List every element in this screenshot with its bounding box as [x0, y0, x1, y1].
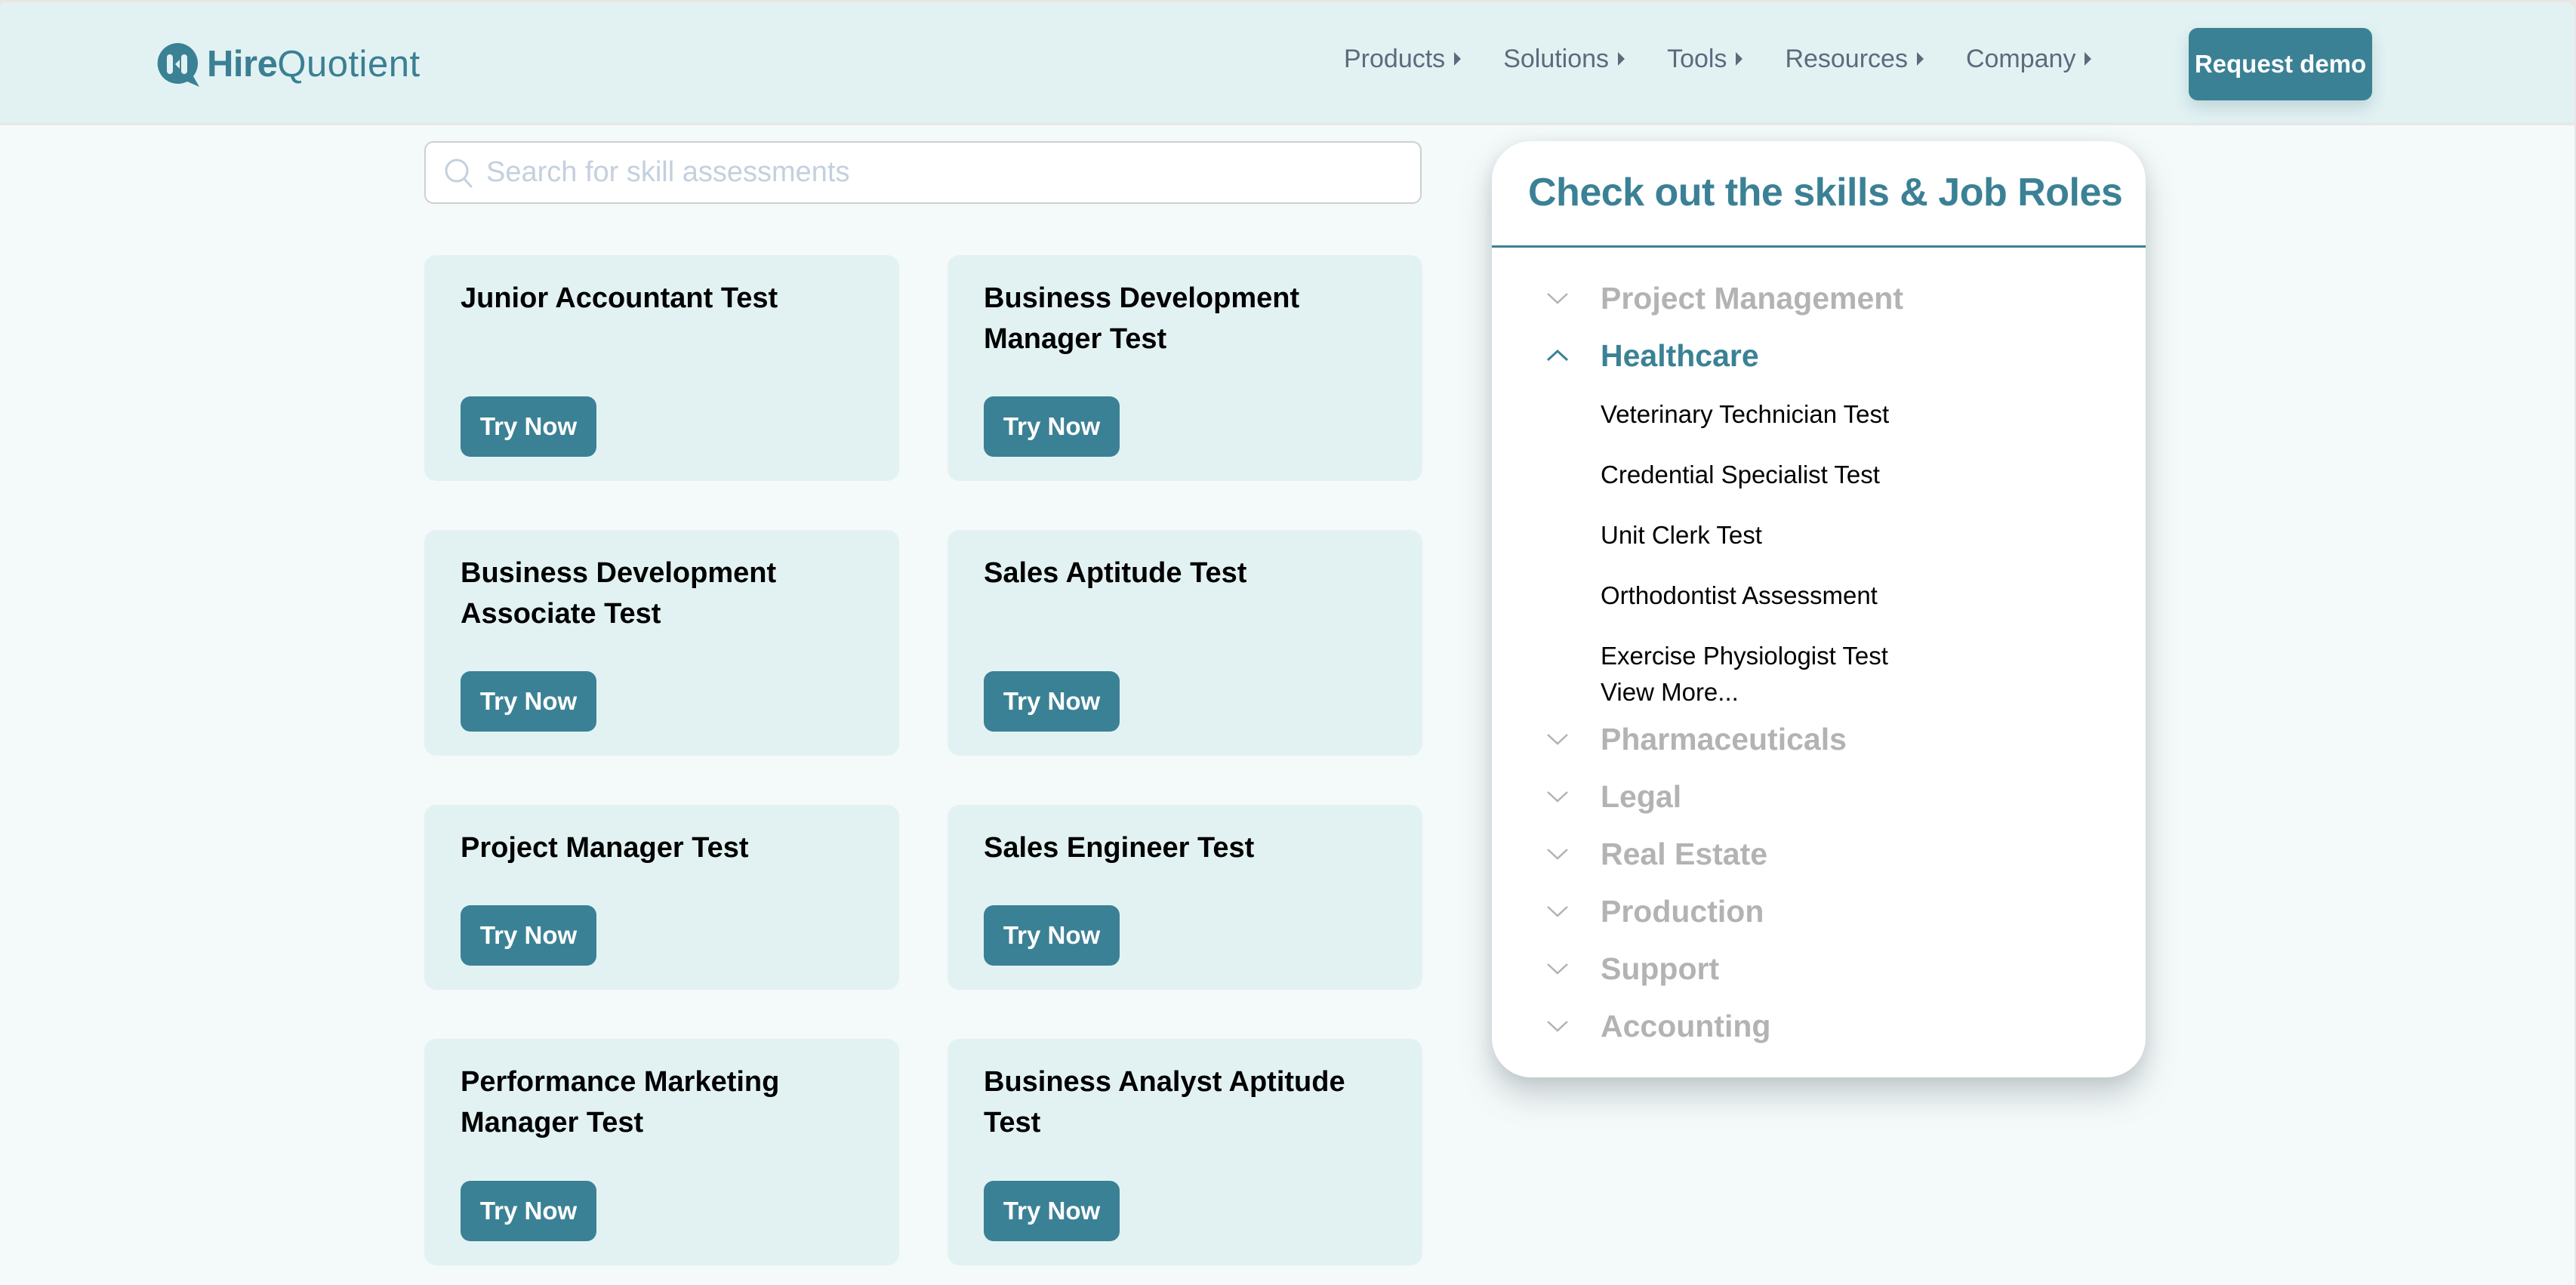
logo-text-light: Quotient — [277, 44, 421, 85]
chevron-down-icon — [1547, 293, 1568, 304]
search-input[interactable] — [486, 156, 1420, 189]
caret-right-icon — [1454, 52, 1462, 66]
assessment-card: Sales Engineer Test Try Now — [948, 805, 1422, 990]
healthcare-tests-list: Veterinary Technician Test Credential Sp… — [1492, 384, 2146, 710]
chevron-down-icon — [1547, 849, 1568, 860]
category-label: Support — [1601, 951, 1720, 986]
assessment-card: Performance Marketing Manager Test Try N… — [424, 1039, 899, 1265]
caret-right-icon — [1916, 52, 1924, 66]
card-title: Junior Accountant Test — [461, 282, 778, 314]
category-support[interactable]: Support — [1492, 940, 2146, 997]
panel-divider — [1492, 245, 2146, 248]
logo-wordmark: Hire Quotient — [207, 43, 421, 85]
nav-item-tools[interactable]: Tools — [1667, 44, 1743, 74]
chevron-down-icon — [1547, 791, 1568, 803]
request-demo-button[interactable]: Request demo — [2189, 28, 2372, 100]
nav-label: Solutions — [1503, 44, 1610, 73]
category-healthcare[interactable]: Healthcare — [1492, 327, 2146, 384]
assessment-card: Business Development Manager Test Try No… — [948, 255, 1422, 481]
try-now-button[interactable]: Try Now — [984, 1181, 1120, 1241]
nav-label: Tools — [1667, 44, 1727, 73]
try-now-button[interactable]: Try Now — [461, 1181, 596, 1241]
category-pharmaceuticals[interactable]: Pharmaceuticals — [1492, 710, 2146, 768]
caret-right-icon — [2085, 52, 2092, 66]
card-title: Sales Engineer Test — [984, 832, 1255, 864]
search-icon — [445, 159, 473, 187]
category-label: Accounting — [1601, 1008, 1771, 1043]
logo-text-bold: Hire — [207, 44, 278, 85]
chevron-down-icon — [1547, 963, 1568, 975]
nav-item-resources[interactable]: Resources — [1785, 45, 1924, 74]
nav-label: Company — [1965, 44, 2076, 73]
card-title: Project Manager Test — [461, 832, 749, 864]
category-label: Pharmaceuticals — [1601, 721, 1847, 757]
category-label: Legal — [1601, 778, 1682, 814]
site-header: Hire Quotient Products Solutions Tools R… — [0, 2, 2574, 125]
try-now-button[interactable]: Try Now — [461, 396, 596, 457]
logo[interactable]: Hire Quotient — [156, 42, 421, 87]
nav-label: Products — [1344, 44, 1446, 73]
test-link[interactable]: Orthodontist Assessment — [1601, 565, 2146, 626]
category-project-management[interactable]: Project Management — [1492, 270, 2146, 327]
main-nav: Products Solutions Tools Resources Compa… — [1344, 42, 2134, 76]
chevron-down-icon — [1547, 906, 1568, 917]
chevron-down-icon — [1547, 1021, 1568, 1032]
card-title: Business Development Manager Test — [984, 282, 1300, 355]
try-now-button[interactable]: Try Now — [461, 671, 596, 732]
category-label: Healthcare — [1601, 337, 1759, 373]
category-label: Real Estate — [1601, 836, 1768, 871]
skills-job-roles-panel: Check out the skills & Job Roles Project… — [1492, 141, 2146, 1077]
nav-label: Resources — [1785, 44, 1908, 73]
assessment-card: Sales Aptitude Test Try Now — [948, 530, 1422, 756]
chevron-down-icon — [1547, 734, 1568, 745]
test-link[interactable]: Credential Specialist Test — [1601, 445, 2146, 505]
nav-item-products[interactable]: Products — [1344, 44, 1462, 74]
assessment-card: Business Analyst Aptitude Test Try Now — [948, 1039, 1422, 1265]
test-link[interactable]: Veterinary Technician Test — [1601, 384, 2146, 445]
category-label: Production — [1601, 893, 1764, 929]
caret-right-icon — [1736, 52, 1743, 66]
try-now-button[interactable]: Try Now — [984, 905, 1120, 966]
try-now-button[interactable]: Try Now — [461, 905, 596, 966]
category-accounting[interactable]: Accounting — [1492, 997, 2146, 1055]
hirequotient-logo-icon — [157, 42, 199, 87]
search-bar[interactable] — [424, 141, 1422, 204]
nav-item-solutions[interactable]: Solutions — [1503, 45, 1625, 74]
test-link[interactable]: Unit Clerk Test — [1601, 505, 2146, 565]
category-label: Project Management — [1601, 280, 1903, 316]
card-title: Business Analyst Aptitude Test — [984, 1066, 1345, 1139]
try-now-button[interactable]: Try Now — [984, 671, 1120, 732]
panel-title: Check out the skills & Job Roles — [1528, 171, 2123, 214]
category-production[interactable]: Production — [1492, 883, 2146, 940]
assessment-card: Junior Accountant Test Try Now — [424, 255, 899, 481]
category-real-estate[interactable]: Real Estate — [1492, 825, 2146, 883]
browser-viewport: Hire Quotient Products Solutions Tools R… — [0, 2, 2574, 1285]
assessment-card: Project Manager Test Try Now — [424, 805, 899, 990]
view-more-link[interactable]: View More... — [1601, 674, 2146, 710]
card-title: Business Development Associate Test — [461, 557, 777, 630]
caret-right-icon — [1618, 52, 1625, 66]
nav-item-company[interactable]: Company — [1966, 45, 2092, 74]
assessment-card: Business Development Associate Test Try … — [424, 530, 899, 756]
try-now-button[interactable]: Try Now — [984, 396, 1120, 457]
category-legal[interactable]: Legal — [1492, 768, 2146, 825]
chevron-up-icon — [1546, 349, 1569, 362]
category-accordion: Project Management Healthcare Veterinary… — [1492, 270, 2146, 1055]
card-title: Performance Marketing Manager Test — [461, 1066, 780, 1139]
card-title: Sales Aptitude Test — [984, 557, 1247, 589]
